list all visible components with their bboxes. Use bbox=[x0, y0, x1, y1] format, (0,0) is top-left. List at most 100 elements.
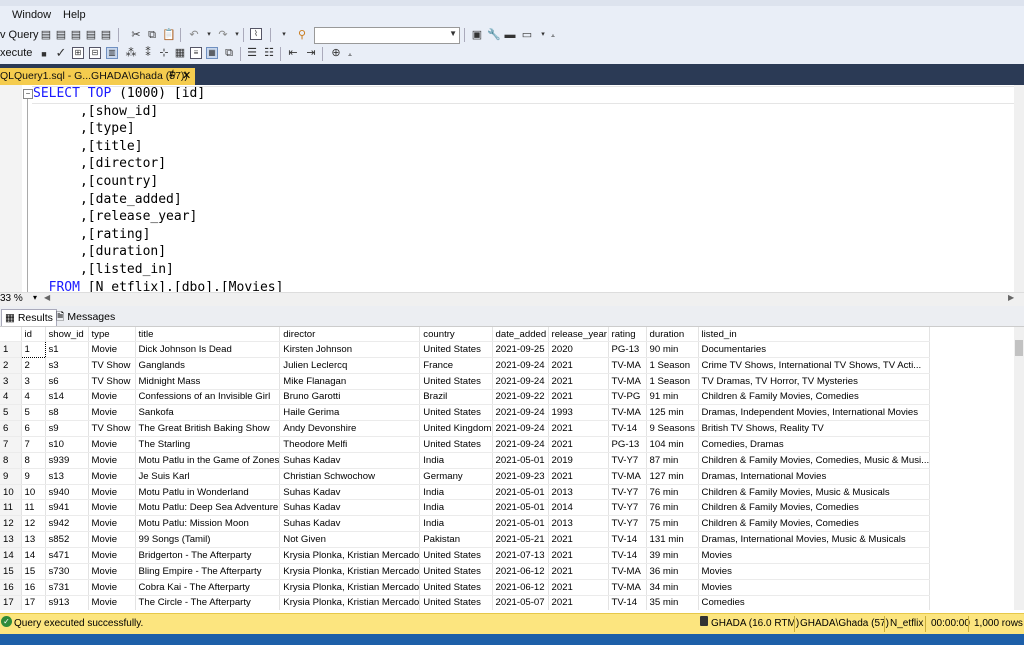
table-cell[interactable]: s939 bbox=[45, 452, 89, 469]
table-cell[interactable]: Movies bbox=[698, 563, 931, 580]
table-cell[interactable]: 9 Seasons bbox=[646, 420, 699, 438]
table-cell[interactable]: 36 min bbox=[646, 563, 699, 580]
tab-sqlquery1[interactable]: QLQuery1.sql - G...GHADA\Ghada (57)) ⊅ ✕ bbox=[0, 68, 195, 85]
table-cell[interactable]: 2021 bbox=[548, 468, 609, 485]
table-cell[interactable]: Christian Schwochow bbox=[279, 468, 421, 485]
table-cell[interactable]: 87 min bbox=[646, 452, 699, 469]
table-cell[interactable]: 15 bbox=[21, 563, 46, 580]
table-cell[interactable]: The Circle - The Afterparty bbox=[135, 595, 281, 610]
table-cell[interactable]: 14 bbox=[21, 547, 46, 564]
table-cell[interactable]: 35 min bbox=[646, 595, 699, 610]
table-cell[interactable]: Movie bbox=[88, 341, 136, 358]
table-cell[interactable]: British TV Shows, Reality TV bbox=[698, 420, 931, 438]
table-cell[interactable]: TV-Y7 bbox=[608, 452, 647, 469]
activity-monitor-icon[interactable]: ⌇ bbox=[250, 28, 262, 40]
table-cell[interactable]: Motu Patlu in the Game of Zones bbox=[135, 452, 281, 469]
table-cell[interactable]: PG-13 bbox=[608, 436, 647, 453]
table-cell[interactable]: 6 bbox=[21, 420, 46, 438]
table-cell[interactable]: 127 min bbox=[646, 468, 699, 485]
table-cell[interactable]: Movie bbox=[88, 436, 136, 453]
table-cell[interactable]: 1993 bbox=[548, 404, 609, 422]
table-cell[interactable]: Comedies, Dramas bbox=[698, 436, 931, 453]
increase-indent-icon[interactable]: ⇥ bbox=[305, 47, 317, 59]
code-line[interactable]: ,[type] bbox=[33, 120, 135, 138]
table-cell[interactable]: TV-MA bbox=[608, 563, 647, 580]
table-cell[interactable]: 16 bbox=[21, 579, 46, 596]
mdx-query-icon[interactable]: ▤ bbox=[55, 29, 67, 41]
row-number[interactable]: 5 bbox=[0, 404, 22, 422]
chevron-down-icon[interactable]: ▾ bbox=[33, 293, 37, 302]
table-cell[interactable]: Haile Gerima bbox=[279, 404, 421, 422]
client-stats-icon[interactable]: ▦ bbox=[174, 47, 186, 59]
table-cell[interactable]: Dramas, Independent Movies, Internationa… bbox=[698, 404, 931, 422]
column-header-release-year[interactable]: release_year bbox=[548, 327, 609, 342]
table-cell[interactable]: s852 bbox=[45, 531, 89, 548]
table-cell[interactable]: 2021 bbox=[548, 436, 609, 453]
table-cell[interactable]: 1 Season bbox=[646, 373, 699, 390]
code-line[interactable]: SELECT TOP (1000) [id] bbox=[33, 85, 205, 103]
table-cell[interactable]: Movie bbox=[88, 515, 136, 533]
results-to-file-icon[interactable]: ⧉ bbox=[223, 47, 235, 59]
table-cell[interactable]: 2021-05-07 bbox=[492, 595, 549, 610]
table-cell[interactable]: s8 bbox=[45, 404, 89, 422]
include-plan-icon[interactable]: ⁑ bbox=[142, 47, 154, 59]
table-cell[interactable]: Julien Leclercq bbox=[279, 357, 421, 374]
table-cell[interactable]: 12 bbox=[21, 515, 46, 533]
query-options-icon[interactable]: ⊟ bbox=[89, 47, 101, 59]
scroll-left-icon[interactable]: ◀ bbox=[44, 293, 50, 302]
table-cell[interactable]: Andy Devonshire bbox=[279, 420, 421, 438]
column-header-title[interactable]: title bbox=[135, 327, 281, 342]
chevron-down-icon[interactable]: ▾ bbox=[278, 29, 290, 41]
table-cell[interactable]: 2021-09-24 bbox=[492, 404, 549, 422]
table-cell[interactable]: s14 bbox=[45, 389, 89, 406]
table-cell[interactable]: Midnight Mass bbox=[135, 373, 281, 390]
row-number[interactable]: 3 bbox=[0, 373, 22, 390]
table-cell[interactable]: 76 min bbox=[646, 484, 699, 501]
table-cell[interactable]: Movie bbox=[88, 547, 136, 564]
table-cell[interactable]: 91 min bbox=[646, 389, 699, 406]
table-cell[interactable]: Movies bbox=[698, 547, 931, 564]
table-row[interactable]: 5 5 s8 Movie Sankofa Haile Gerima United State… bbox=[0, 404, 931, 422]
table-cell[interactable]: Cobra Kai - The Afterparty bbox=[135, 579, 281, 596]
table-cell[interactable]: 1 Season bbox=[646, 357, 699, 374]
table-cell[interactable]: Kirsten Johnson bbox=[279, 341, 421, 358]
column-header-rating[interactable]: rating bbox=[608, 327, 647, 342]
tab-messages[interactable]: 🗎 Messages bbox=[53, 309, 118, 325]
row-number[interactable]: 8 bbox=[0, 452, 22, 469]
row-number[interactable]: 10 bbox=[0, 484, 22, 501]
table-cell[interactable]: 2021-09-24 bbox=[492, 436, 549, 453]
grid-corner[interactable] bbox=[0, 327, 22, 342]
dmx-query-icon[interactable]: ▤ bbox=[70, 29, 82, 41]
table-cell[interactable]: United States bbox=[419, 595, 493, 610]
table-cell[interactable]: Sankofa bbox=[135, 404, 281, 422]
code-line[interactable]: ,[rating] bbox=[33, 226, 150, 244]
table-cell[interactable]: 2020 bbox=[548, 341, 609, 358]
table-cell[interactable]: s941 bbox=[45, 499, 89, 517]
table-cell[interactable]: Krysia Plonka, Kristian Mercado bbox=[279, 547, 421, 564]
table-cell[interactable]: TV-MA bbox=[608, 579, 647, 596]
tab-results[interactable]: ▦ Results bbox=[1, 309, 57, 326]
table-cell[interactable]: 2021 bbox=[548, 547, 609, 564]
table-cell[interactable]: 13 bbox=[21, 531, 46, 548]
column-header-duration[interactable]: duration bbox=[646, 327, 699, 342]
table-cell[interactable]: 2021-06-12 bbox=[492, 563, 549, 580]
table-row[interactable]: 7 7 s10 Movie The Starling Theodore Melfi Unit… bbox=[0, 436, 931, 453]
row-number[interactable]: 16 bbox=[0, 579, 22, 596]
table-cell[interactable]: 17 bbox=[21, 595, 46, 610]
chevron-down-icon[interactable]: ▾ bbox=[203, 29, 215, 41]
table-cell[interactable]: Suhas Kadav bbox=[279, 515, 421, 533]
table-cell[interactable]: s940 bbox=[45, 484, 89, 501]
table-row[interactable]: 12 12 s942 Movie Motu Patlu: Mission Moon Suh… bbox=[0, 515, 931, 533]
scrollbar-thumb[interactable] bbox=[1015, 340, 1023, 356]
row-number[interactable]: 15 bbox=[0, 563, 22, 580]
table-cell[interactable]: 125 min bbox=[646, 404, 699, 422]
table-cell[interactable]: India bbox=[419, 484, 493, 501]
table-cell[interactable]: s471 bbox=[45, 547, 89, 564]
table-cell[interactable]: United States bbox=[419, 436, 493, 453]
database-select[interactable]: ▼ bbox=[314, 27, 460, 44]
row-number[interactable]: 13 bbox=[0, 531, 22, 548]
table-row[interactable]: 16 16 s731 Movie Cobra Kai - The Afterparty K… bbox=[0, 579, 931, 596]
table-cell[interactable]: 2021-05-01 bbox=[492, 484, 549, 501]
column-header-id[interactable]: id bbox=[21, 327, 46, 342]
comment-lines-icon[interactable]: ☰ bbox=[246, 47, 258, 59]
